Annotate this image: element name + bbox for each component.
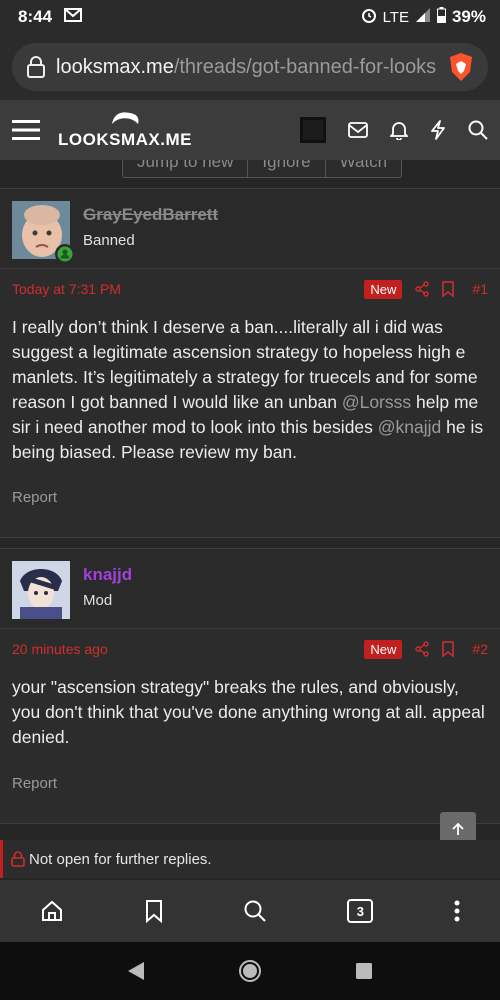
post-user-block: knajjd Mod (0, 549, 500, 629)
user-title: Mod (83, 592, 113, 609)
avatar[interactable] (12, 561, 70, 619)
thread-actions-bar: Jump to new Ignore Watch (122, 160, 403, 178)
lock-icon (11, 851, 25, 867)
back-icon[interactable] (127, 961, 145, 981)
menu-icon[interactable] (12, 119, 40, 141)
online-indicator-icon (54, 243, 76, 265)
status-time: 8:44 (18, 7, 53, 26)
signal-icon (415, 7, 431, 28)
post-number[interactable]: #1 (472, 281, 488, 297)
post-meta: Today at 7:31 PM New #1 (0, 269, 500, 309)
battery-level: 39% (451, 7, 486, 26)
bookmark-icon[interactable] (442, 641, 455, 657)
closed-text: Not open for further replies. (29, 850, 212, 868)
post-time[interactable]: Today at 7:31 PM (12, 281, 121, 297)
url-path: /threads/got-banned-for-looks (173, 55, 437, 78)
more-menu-icon[interactable] (454, 900, 460, 922)
ignore-button[interactable]: Ignore (248, 160, 326, 177)
recents-icon[interactable] (355, 962, 373, 980)
logo-text: LOOKSMAX.ME (58, 129, 192, 149)
arrow-up-icon (450, 821, 466, 837)
new-badge: New (364, 639, 403, 659)
share-icon[interactable] (414, 281, 430, 297)
post-username[interactable]: knajjd (83, 565, 132, 585)
battery-icon (436, 6, 446, 28)
bookmarks-icon[interactable] (145, 899, 163, 923)
thread-content: Jump to new Ignore Watch GrayEyedBarrett… (0, 160, 500, 880)
watch-button[interactable]: Watch (326, 160, 402, 177)
report-link[interactable]: Report (0, 489, 500, 506)
address-bar[interactable]: looksmax.me /threads/got-banned-for-look… (12, 43, 488, 91)
hair-logo-icon (108, 111, 142, 130)
bolt-icon[interactable] (430, 120, 446, 140)
post-number[interactable]: #2 (472, 641, 488, 657)
gmail-icon (64, 7, 83, 27)
system-navigation-bar (0, 942, 500, 1000)
site-header: LOOKSMAX.ME (0, 100, 500, 160)
browser-bottom-bar: 3 (0, 880, 500, 942)
report-link[interactable]: Report (0, 775, 500, 792)
url-host: looksmax.me (56, 55, 174, 78)
share-icon[interactable] (414, 641, 430, 657)
mention-link[interactable]: @Lorsss (342, 392, 411, 412)
lock-icon (26, 56, 46, 78)
home-icon[interactable] (40, 899, 64, 923)
tabs-count: 3 (356, 903, 364, 919)
user-title: Banned (83, 232, 135, 249)
home-circle-icon[interactable] (238, 959, 262, 983)
status-bar: 8:44 LTE 39% (0, 0, 500, 34)
alarm-icon (361, 7, 377, 28)
user-avatar-icon[interactable] (300, 117, 326, 143)
search-icon[interactable] (243, 899, 267, 923)
inbox-icon[interactable] (348, 122, 368, 138)
site-logo[interactable]: LOOKSMAX.ME (58, 111, 192, 150)
brave-shield-icon[interactable] (448, 52, 474, 82)
avatar[interactable] (12, 201, 75, 264)
post-body: I really don’t think I deserve a ban....… (0, 309, 500, 489)
post-2: knajjd Mod 20 minutes ago New #2 your "a… (0, 548, 500, 824)
post-time[interactable]: 20 minutes ago (12, 641, 108, 657)
bookmark-icon[interactable] (442, 281, 455, 297)
browser-toolbar: looksmax.me /threads/got-banned-for-look… (0, 34, 500, 100)
tabs-button[interactable]: 3 (347, 899, 374, 923)
mention-link[interactable]: @knajjd (378, 417, 442, 437)
thread-closed-notice: Not open for further replies. (0, 840, 500, 878)
network-label: LTE (382, 8, 409, 26)
post-username[interactable]: GrayEyedBarrett (83, 205, 218, 225)
post-meta: 20 minutes ago New #2 (0, 629, 500, 669)
post-user-block: GrayEyedBarrett Banned (0, 189, 500, 269)
new-badge: New (364, 279, 403, 299)
post-1: GrayEyedBarrett Banned Today at 7:31 PM … (0, 188, 500, 538)
post-body: your "ascension strategy" breaks the rul… (12, 677, 485, 747)
bell-icon[interactable] (390, 120, 408, 140)
search-icon[interactable] (468, 120, 488, 140)
jump-to-new-button[interactable]: Jump to new (123, 160, 249, 177)
